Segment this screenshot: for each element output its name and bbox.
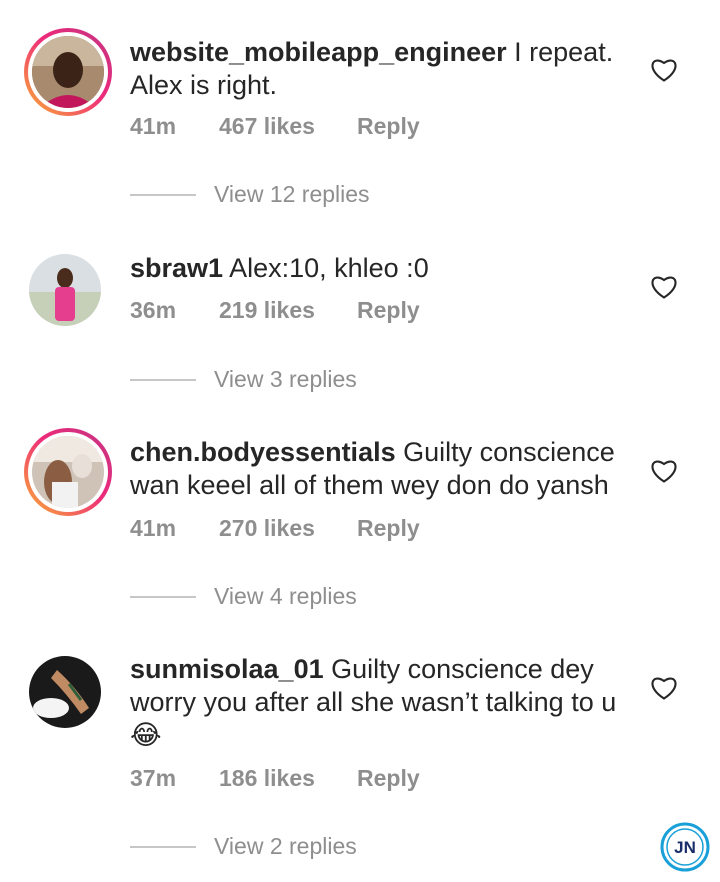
divider-line	[130, 595, 196, 598]
jn-watermark-logo: JN	[660, 822, 710, 872]
comment-text: sbraw1 Alex:10, khleo :0	[130, 252, 630, 285]
like-heart-icon[interactable]	[650, 274, 678, 300]
watermark-text: JN	[674, 838, 696, 857]
view-replies[interactable]: View 3 replies	[130, 366, 357, 393]
comment-body: Alex:10, khleo :0	[229, 253, 429, 283]
username[interactable]: website_mobileapp_engineer	[130, 37, 507, 67]
reply-button[interactable]: Reply	[357, 113, 420, 140]
avatar[interactable]	[24, 246, 112, 334]
view-replies-label[interactable]: View 2 replies	[214, 833, 357, 860]
comment-text: website_mobileapp_engineer I repeat. Ale…	[130, 36, 630, 102]
likes-count[interactable]: 467 likes	[219, 113, 357, 140]
view-replies[interactable]: View 12 replies	[130, 181, 370, 208]
reply-button[interactable]: Reply	[357, 765, 420, 792]
reply-button[interactable]: Reply	[357, 515, 420, 542]
likes-count[interactable]: 270 likes	[219, 515, 357, 542]
username[interactable]: sunmisolaa_01	[130, 654, 324, 684]
avatar[interactable]	[24, 428, 112, 516]
comment-text: chen.bodyessentials Guilty conscience wa…	[130, 436, 630, 502]
view-replies-label[interactable]: View 3 replies	[214, 366, 357, 393]
timestamp: 36m	[130, 297, 177, 323]
reply-button[interactable]: Reply	[357, 297, 420, 324]
comment-meta: 41m 467 likes Reply	[130, 113, 420, 140]
likes-count[interactable]: 186 likes	[219, 765, 357, 792]
comment-text: sunmisolaa_01 Guilty conscience dey worr…	[130, 653, 630, 752]
like-heart-icon[interactable]	[650, 458, 678, 484]
timestamp: 37m	[130, 765, 177, 791]
divider-line	[130, 193, 196, 196]
view-replies-label[interactable]: View 4 replies	[214, 583, 357, 610]
comment-meta: 41m 270 likes Reply	[130, 515, 420, 542]
timestamp: 41m	[130, 113, 177, 139]
like-heart-icon[interactable]	[650, 57, 678, 83]
username[interactable]: sbraw1	[130, 253, 223, 283]
avatar[interactable]	[24, 28, 112, 116]
view-replies[interactable]: View 4 replies	[130, 583, 357, 610]
comment-meta: 36m 219 likes Reply	[130, 297, 420, 324]
comment-meta: 37m 186 likes Reply	[130, 765, 420, 792]
timestamp: 41m	[130, 515, 177, 541]
username[interactable]: chen.bodyessentials	[130, 437, 396, 467]
divider-line	[130, 845, 196, 848]
view-replies-label[interactable]: View 12 replies	[214, 181, 370, 208]
like-heart-icon[interactable]	[650, 675, 678, 701]
avatar[interactable]	[24, 648, 112, 736]
view-replies[interactable]: View 2 replies	[130, 833, 357, 860]
likes-count[interactable]: 219 likes	[219, 297, 357, 324]
divider-line	[130, 378, 196, 381]
